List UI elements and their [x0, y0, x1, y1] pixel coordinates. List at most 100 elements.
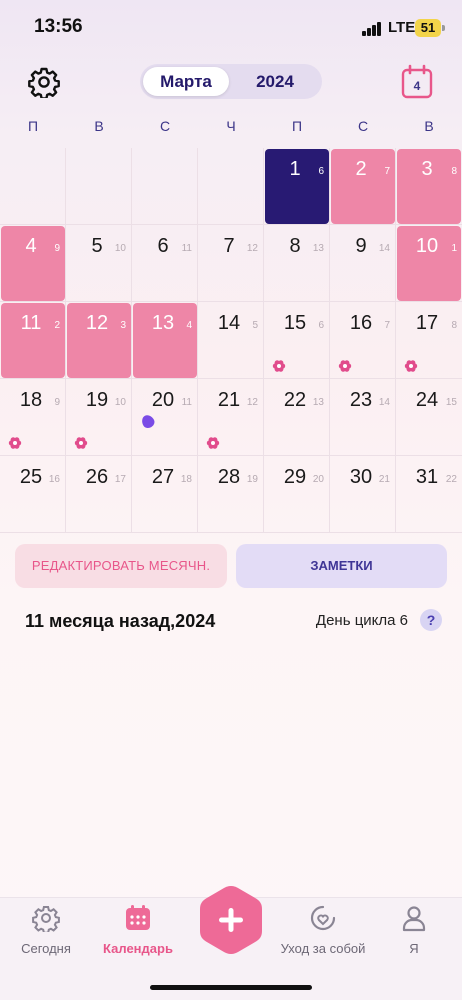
day-number: 15	[283, 312, 307, 334]
tab-me-label: Я	[409, 941, 419, 956]
calendar-day-14[interactable]: 14 5	[198, 302, 264, 379]
weekday-sat: С	[357, 118, 369, 134]
calendar-day-23[interactable]: 23 14	[330, 379, 396, 456]
battery-icon: 51	[415, 19, 441, 37]
cycle-day-number: 18	[180, 474, 192, 485]
cycle-day-number: 11	[181, 243, 192, 254]
calendar-day-4[interactable]: 49	[0, 225, 66, 302]
edit-period-button[interactable]: РЕДАКТИРОВАТЬ МЕСЯЧН.	[15, 544, 227, 588]
tab-me[interactable]: Я	[396, 904, 432, 956]
calendar-day-29[interactable]: 29 20	[264, 456, 330, 533]
tab-today-label: Сегодня	[21, 941, 71, 956]
calendar-empty-cell	[66, 148, 132, 225]
day-number: 16	[349, 312, 373, 334]
ovulation-icon	[139, 412, 157, 431]
calendar-day-9[interactable]: 9 14	[330, 225, 396, 302]
calendar-day-1[interactable]: 16	[264, 148, 330, 225]
calendar-day-7[interactable]: 7 12	[198, 225, 264, 302]
fertile-flower-icon	[8, 436, 22, 450]
calendar-empty-cell	[198, 148, 264, 225]
calendar-day-3[interactable]: 38	[396, 148, 462, 225]
calendar-day-30[interactable]: 30 21	[330, 456, 396, 533]
person-icon	[402, 906, 426, 932]
day-number: 17	[415, 312, 439, 334]
tab-calendar[interactable]: Календарь	[100, 904, 176, 956]
cycle-day-number: 14	[378, 243, 390, 254]
calendar-grid: 1 6 2 7 3 8 4 9 5 10 6 11 7 12 8 13 9 14 10 1 11 2 12 3 13 4 14 5 15…	[0, 148, 462, 533]
day-number: 12	[85, 312, 109, 334]
calendar-day-11[interactable]: 11 2	[0, 302, 66, 379]
calendar-day-28[interactable]: 28 19	[198, 456, 264, 533]
calendar-day-20[interactable]: 20 11	[132, 379, 198, 456]
tab-today[interactable]: Сегодня	[16, 904, 76, 956]
calendar-empty-cell	[0, 148, 66, 225]
today-day-number: 4	[414, 79, 421, 93]
tab-self-care-label: Уход за собой	[280, 941, 366, 956]
help-button[interactable]: ?	[420, 609, 442, 631]
day-number: 18	[19, 389, 43, 411]
cycle-day-number: 17	[114, 474, 126, 485]
calendar-empty-cell	[132, 148, 198, 225]
status-time: 13:56	[34, 16, 83, 37]
cycle-day-text: День цикла 6	[315, 612, 408, 629]
settings-button[interactable]	[26, 64, 62, 100]
calendar-day-18[interactable]: 18 9	[0, 379, 66, 456]
cycle-day-number: 11	[181, 397, 192, 408]
calendar-day-31[interactable]: 31 22	[396, 456, 462, 533]
calendar-day-24[interactable]: 24 15	[396, 379, 462, 456]
calendar-day-25[interactable]: 25 16	[0, 456, 66, 533]
calendar-day-27[interactable]: 27 18	[132, 456, 198, 533]
cycle-day-number: 8	[451, 166, 457, 177]
cycle-day-number: 6	[318, 166, 324, 177]
gear-icon	[28, 67, 60, 98]
tab-calendar-label: Календарь	[103, 941, 173, 956]
weekday-mon: П	[27, 118, 39, 134]
day-number: 4	[25, 235, 37, 257]
calendar-day-19[interactable]: 19 10	[66, 379, 132, 456]
heart-circle-icon	[310, 905, 336, 931]
calendar-day-17[interactable]: 17 8	[396, 302, 462, 379]
fab-hexagon	[200, 886, 262, 954]
cycle-day-number: 13	[312, 397, 324, 408]
calendar-day-8[interactable]: 8 13	[264, 225, 330, 302]
calendar-day-13[interactable]: 13 4	[132, 302, 198, 379]
fertile-flower-icon	[206, 436, 220, 450]
calendar-day-5[interactable]: 5 10	[66, 225, 132, 302]
year-segment[interactable]: 2024	[232, 67, 318, 96]
cycle-day-number: 13	[312, 243, 324, 254]
calendar-day-26[interactable]: 26 17	[66, 456, 132, 533]
tab-self-care[interactable]: Уход за собой	[276, 904, 370, 956]
cycle-day-number: 3	[120, 320, 126, 331]
header: Марта 2024 4	[0, 56, 462, 108]
notes-button[interactable]: ЗАМЕТКИ	[236, 544, 447, 588]
cycle-day-number: 10	[114, 397, 126, 408]
add-button[interactable]	[198, 884, 264, 956]
gear-flower-icon	[32, 906, 60, 934]
calendar-today-icon: 4	[401, 64, 433, 99]
calendar-day-16[interactable]: 16 7	[330, 302, 396, 379]
fertile-flower-icon	[338, 359, 352, 373]
calendar-day-21[interactable]: 21 12	[198, 379, 264, 456]
calendar-day-15[interactable]: 15 6	[264, 302, 330, 379]
fertile-flower-icon	[404, 359, 418, 373]
cycle-day-number: 1	[451, 243, 457, 254]
calendar-day-10[interactable]: 10 1	[396, 225, 462, 302]
cycle-day-number: 5	[252, 320, 258, 331]
network-label: LTE	[388, 19, 416, 36]
weekday-wed: С	[159, 118, 171, 134]
cycle-day-number: 19	[246, 474, 258, 485]
status-bar: 13:56 LTE 51	[0, 0, 462, 56]
calendar-day-12[interactable]: 12 3	[66, 302, 132, 379]
cycle-day-number: 9	[54, 397, 60, 408]
cycle-day-number: 9	[54, 243, 60, 254]
calendar-day-22[interactable]: 22 13	[264, 379, 330, 456]
selected-date-text: 11 месяца назад,2024	[25, 611, 216, 631]
calendar-day-2[interactable]: 27	[330, 148, 396, 225]
calendar-icon	[126, 905, 150, 930]
month-segment[interactable]: Марта	[143, 67, 229, 96]
calendar-day-6[interactable]: 6 11	[132, 225, 198, 302]
cycle-day-number: 6	[318, 320, 324, 331]
today-button[interactable]: 4	[400, 64, 434, 100]
cycle-day-number: 16	[48, 474, 60, 485]
weekday-thu: Ч	[226, 118, 236, 134]
